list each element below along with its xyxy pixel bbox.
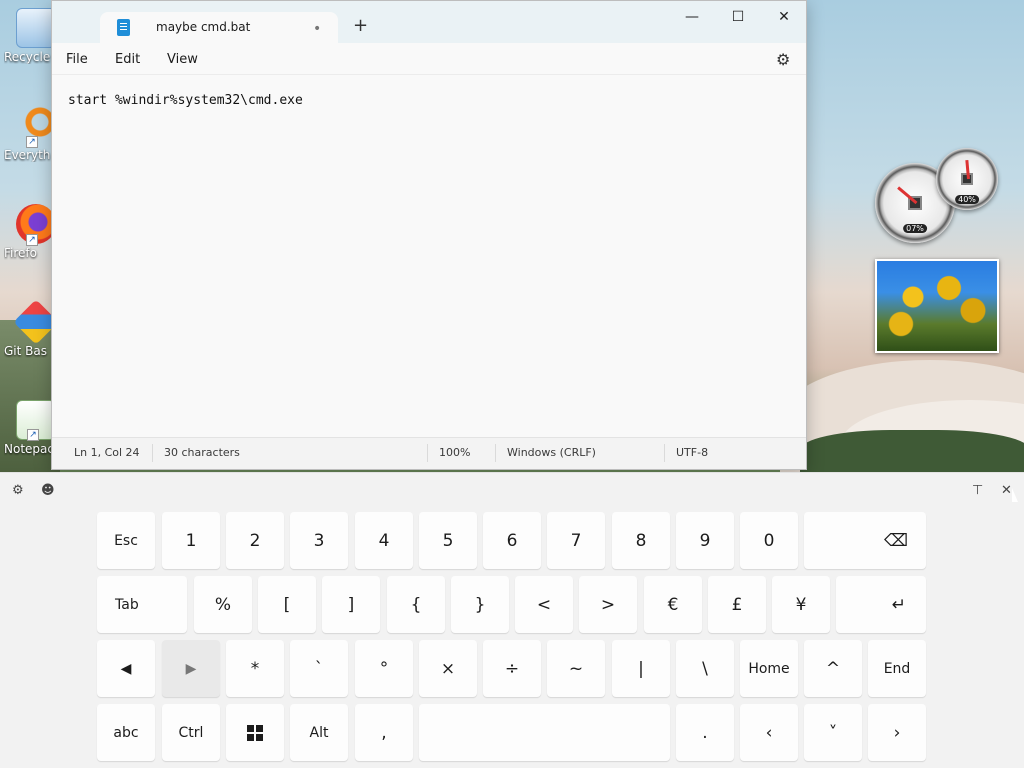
key-up-arrow[interactable]: ^ xyxy=(804,640,862,697)
status-divider xyxy=(427,444,428,462)
key-open-brace[interactable]: { xyxy=(387,576,445,633)
key-alt[interactable]: Alt xyxy=(290,704,348,761)
key-open-bracket[interactable]: [ xyxy=(258,576,316,633)
shortcut-arrow-icon: ↗ xyxy=(27,429,39,441)
enter-key[interactable]: ↵ xyxy=(836,576,926,633)
minimize-button[interactable]: — xyxy=(669,7,715,27)
key-3[interactable]: 3 xyxy=(290,512,348,569)
status-bar: Ln 1, Col 24 30 characters 100% Windows … xyxy=(52,437,806,469)
settings-gear-icon[interactable]: ⚙ xyxy=(776,50,790,69)
ram-gauge[interactable]: 40% xyxy=(936,148,998,210)
desktop-icon-label: Recycle xyxy=(4,50,51,64)
status-divider xyxy=(152,444,153,462)
touch-keyboard: ⚙ ☻ ⊤ ✕ Esc 1 2 3 4 5 6 7 8 9 0 ⌫ Tab % … xyxy=(0,472,1024,768)
magnifier-icon: ↗ xyxy=(16,106,56,148)
backspace-key[interactable]: ⌫ xyxy=(804,512,926,569)
key-tab[interactable]: Tab xyxy=(97,576,187,633)
key-6[interactable]: 6 xyxy=(483,512,541,569)
maximize-button[interactable]: ☐ xyxy=(715,7,761,27)
key-close-bracket[interactable]: ] xyxy=(322,576,380,633)
desktop-icon-label: Firefo xyxy=(4,246,37,260)
line-ending[interactable]: Windows (CRLF) xyxy=(507,446,596,459)
menu-file[interactable]: File xyxy=(66,52,88,67)
key-divide[interactable]: ÷ xyxy=(483,640,541,697)
notepad-icon: ↗ xyxy=(16,400,56,441)
menu-view[interactable]: View xyxy=(167,52,198,67)
key-ctrl[interactable]: Ctrl xyxy=(162,704,220,761)
desktop-icon-label: Git Bas xyxy=(4,344,47,358)
character-count: 30 characters xyxy=(164,446,240,459)
key-percent[interactable]: % xyxy=(194,576,252,633)
key-down-arrow[interactable]: ˅ xyxy=(804,704,862,761)
photo-gadget[interactable] xyxy=(875,259,999,353)
key-euro[interactable]: € xyxy=(644,576,702,633)
emoji-panel-icon[interactable]: ☻ xyxy=(41,483,55,498)
wallpaper-trees xyxy=(800,430,1024,472)
menu-bar: File Edit View ⚙ xyxy=(52,43,806,75)
text-editor[interactable]: start %windir%system32\cmd.exe xyxy=(52,75,806,439)
cpu-value: 07% xyxy=(903,224,927,233)
key-pipe[interactable]: | xyxy=(612,640,670,697)
windows-logo-icon xyxy=(247,724,263,741)
keyboard-settings-icon[interactable]: ⚙ xyxy=(12,483,24,498)
desktop-icon-label: Notepac xyxy=(4,442,54,456)
status-divider xyxy=(495,444,496,462)
key-yen[interactable]: ¥ xyxy=(772,576,830,633)
key-left-arrow[interactable]: ‹ xyxy=(740,704,798,761)
key-7[interactable]: 7 xyxy=(547,512,605,569)
editor-content[interactable]: start %windir%system32\cmd.exe xyxy=(68,93,303,108)
new-tab-button[interactable]: + xyxy=(353,15,368,36)
key-2[interactable]: 2 xyxy=(226,512,284,569)
cursor-position: Ln 1, Col 24 xyxy=(74,446,140,459)
key-end[interactable]: End xyxy=(868,640,926,697)
notepad-document-icon xyxy=(117,19,130,36)
key-comma[interactable]: , xyxy=(355,704,413,761)
menu-edit[interactable]: Edit xyxy=(115,52,140,67)
cursor-right-key[interactable]: ▶ xyxy=(162,640,220,697)
key-1[interactable]: 1 xyxy=(162,512,220,569)
key-right-arrow[interactable]: › xyxy=(868,704,926,761)
dock-keyboard-icon[interactable]: ⊤ xyxy=(972,483,983,498)
key-close-brace[interactable]: } xyxy=(451,576,509,633)
key-pound[interactable]: £ xyxy=(708,576,766,633)
document-tab[interactable]: maybe cmd.bat • xyxy=(100,12,338,43)
firefox-icon: ↗ xyxy=(16,204,56,246)
gauge-needle xyxy=(965,160,970,180)
space-key[interactable] xyxy=(419,704,670,761)
key-0[interactable]: 0 xyxy=(740,512,798,569)
desktop-icon-label: Everyth xyxy=(4,148,51,162)
cursor-left-key[interactable]: ◀ xyxy=(97,640,155,697)
key-backtick[interactable]: ` xyxy=(290,640,348,697)
key-5[interactable]: 5 xyxy=(419,512,477,569)
unsaved-indicator-icon[interactable]: • xyxy=(313,21,321,37)
key-4[interactable]: 4 xyxy=(355,512,413,569)
key-home[interactable]: Home xyxy=(740,640,798,697)
notepad-window: maybe cmd.bat • + — ☐ ✕ File Edit View ⚙… xyxy=(51,0,807,470)
key-degree[interactable]: ° xyxy=(355,640,413,697)
key-tilde[interactable]: ~ xyxy=(547,640,605,697)
status-divider xyxy=(664,444,665,462)
key-esc[interactable]: Esc xyxy=(97,512,155,569)
key-abc-layout[interactable]: abc xyxy=(97,704,155,761)
shortcut-arrow-icon: ↗ xyxy=(26,234,38,246)
shortcut-arrow-icon: ↗ xyxy=(26,136,38,148)
encoding[interactable]: UTF-8 xyxy=(676,446,708,459)
close-keyboard-icon[interactable]: ✕ xyxy=(1001,483,1012,498)
close-button[interactable]: ✕ xyxy=(761,7,807,27)
key-less-than[interactable]: < xyxy=(515,576,573,633)
mouse-pointer-icon xyxy=(1012,488,1018,502)
windows-key[interactable] xyxy=(226,704,284,761)
zoom-level[interactable]: 100% xyxy=(439,446,470,459)
key-asterisk[interactable]: * xyxy=(226,640,284,697)
ram-value: 40% xyxy=(955,195,979,204)
key-greater-than[interactable]: > xyxy=(579,576,637,633)
key-9[interactable]: 9 xyxy=(676,512,734,569)
key-period[interactable]: . xyxy=(676,704,734,761)
key-backslash[interactable]: \ xyxy=(676,640,734,697)
title-bar[interactable]: maybe cmd.bat • + — ☐ ✕ xyxy=(52,1,806,43)
key-8[interactable]: 8 xyxy=(612,512,670,569)
tab-title: maybe cmd.bat xyxy=(156,20,251,34)
recycle-bin-icon xyxy=(16,8,56,48)
key-multiply[interactable]: × xyxy=(419,640,477,697)
